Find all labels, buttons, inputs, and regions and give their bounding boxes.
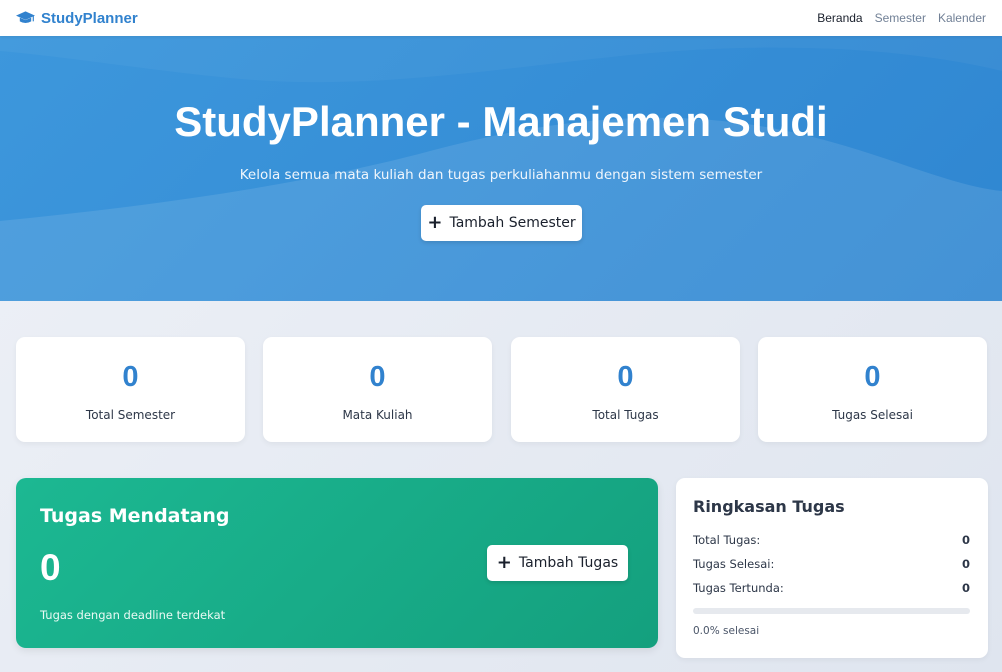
stat-value: 0	[617, 361, 634, 393]
task-summary-card: Ringkasan Tugas Total Tugas: 0 Tugas Sel…	[676, 478, 988, 658]
summary-row-label: Tugas Tertunda:	[693, 581, 784, 595]
hero-subtitle: Kelola semua mata kuliah dan tugas perku…	[239, 167, 763, 183]
stat-card-total-tugas: 0 Total Tugas	[511, 337, 740, 442]
stat-label: Tugas Selesai	[832, 408, 913, 422]
stat-label: Mata Kuliah	[342, 408, 413, 422]
add-task-label: Tambah Tugas	[518, 555, 619, 571]
stat-card-tugas-selesai: 0 Tugas Selesai	[758, 337, 987, 442]
nav-link-beranda[interactable]: Beranda	[817, 11, 862, 25]
stat-card-mata-kuliah: 0 Mata Kuliah	[263, 337, 492, 442]
stat-value: 0	[369, 361, 386, 393]
summary-row-completed: Tugas Selesai: 0	[693, 557, 970, 571]
progress-bar	[693, 608, 970, 614]
summary-row-total: Total Tugas: 0	[693, 533, 970, 547]
add-semester-button[interactable]: + Tambah Semester	[421, 205, 582, 241]
stat-label: Total Tugas	[592, 408, 659, 422]
summary-row-value: 0	[961, 557, 970, 571]
upcoming-count: 0	[40, 547, 61, 588]
summary-row-pending: Tugas Tertunda: 0	[693, 581, 970, 595]
stat-value: 0	[864, 361, 881, 393]
plus-icon: +	[427, 212, 443, 233]
hero-section: StudyPlanner - Manajemen Studi Kelola se…	[0, 36, 1002, 301]
brand-name: StudyPlanner	[41, 9, 138, 27]
stat-label: Total Semester	[85, 408, 176, 422]
add-semester-label: Tambah Semester	[449, 215, 576, 231]
nav-link-semester[interactable]: Semester	[875, 11, 926, 25]
summary-title: Ringkasan Tugas	[693, 497, 845, 516]
plus-icon: +	[496, 552, 512, 573]
stat-value: 0	[122, 361, 139, 393]
upcoming-title: Tugas Mendatang	[40, 505, 230, 527]
top-navbar: StudyPlanner Beranda Semester Kalender	[0, 0, 1002, 36]
hero-title: StudyPlanner - Manajemen Studi	[174, 98, 828, 145]
summary-row-value: 0	[961, 533, 970, 547]
brand-link[interactable]: StudyPlanner	[16, 10, 138, 27]
summary-row-value: 0	[961, 581, 970, 595]
progress-text: 0.0% selesai	[693, 625, 760, 637]
summary-row-label: Tugas Selesai:	[693, 557, 775, 571]
upcoming-description: Tugas dengan deadline terdekat	[40, 608, 226, 622]
add-task-button[interactable]: + Tambah Tugas	[487, 545, 628, 581]
summary-row-label: Total Tugas:	[693, 533, 761, 547]
stat-card-total-semester: 0 Total Semester	[16, 337, 245, 442]
upcoming-tasks-card: Tugas Mendatang 0 Tugas dengan deadline …	[16, 478, 658, 648]
nav-links: Beranda Semester Kalender	[817, 11, 986, 25]
graduation-cap-icon	[16, 11, 35, 25]
nav-link-kalender[interactable]: Kalender	[938, 11, 986, 25]
